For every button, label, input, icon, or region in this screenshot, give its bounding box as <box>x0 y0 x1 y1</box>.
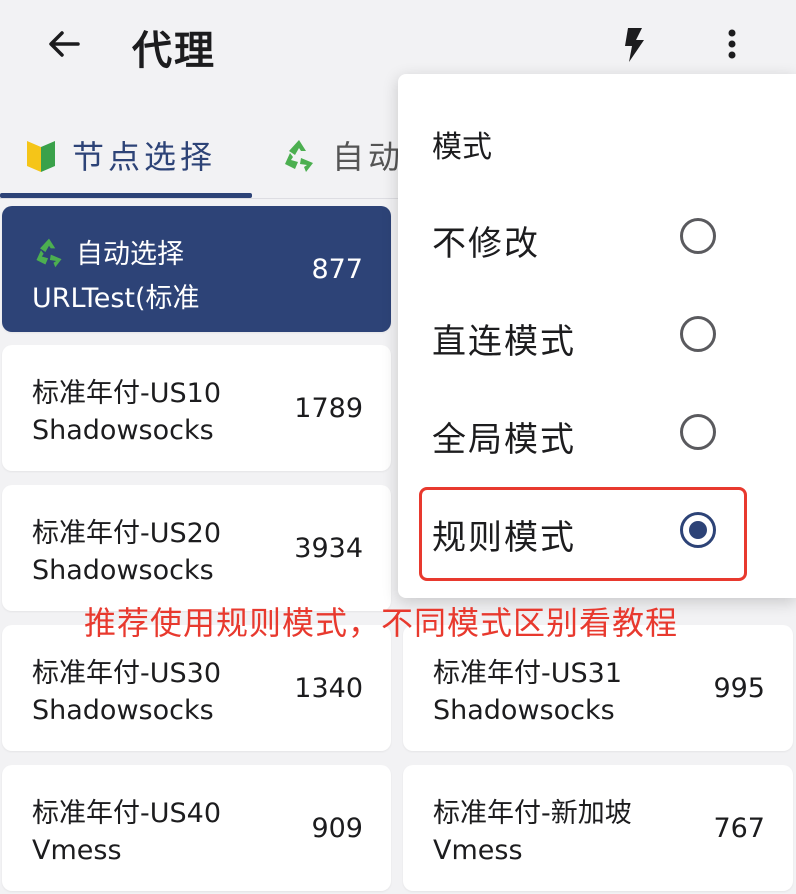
menu-item-label: 全局模式 <box>432 420 576 460</box>
tab-label: 自动 <box>332 138 405 176</box>
proxy-type: Shadowsocks <box>32 555 214 586</box>
proxy-name: 标准年付-US31 <box>433 658 622 689</box>
radio-button[interactable] <box>680 316 716 352</box>
proxy-latency: 877 <box>311 254 363 285</box>
proxy-latency: 1340 <box>294 673 363 704</box>
tab-auto[interactable]: 自动 <box>280 130 404 180</box>
menu-item-label: 不修改 <box>432 224 540 264</box>
tab-label: 节点选择 <box>72 138 217 176</box>
proxy-name-row: 自动选择 <box>32 232 184 271</box>
menu-header: 模式 <box>432 130 492 165</box>
proxy-latency: 767 <box>713 813 765 844</box>
proxy-card[interactable]: 标准年付-US20 Shadowsocks 3934 <box>2 485 391 611</box>
more-vert-icon[interactable] <box>716 24 748 64</box>
menu-item-direct[interactable]: 直连模式 <box>398 292 796 382</box>
proxy-card[interactable]: 标准年付-US40 Vmess 909 <box>2 765 391 891</box>
proxy-type: Vmess <box>433 835 523 866</box>
menu-item-label: 规则模式 <box>432 518 576 558</box>
proxy-card[interactable]: 标准年付-US10 Shadowsocks 1789 <box>2 345 391 471</box>
proxy-latency: 1789 <box>294 393 363 424</box>
beginner-shield-icon <box>27 141 55 172</box>
proxy-type: Vmess <box>32 835 122 866</box>
proxy-name: 标准年付-US40 <box>32 798 221 829</box>
page-title: 代理 <box>132 28 216 74</box>
proxy-card[interactable]: 标准年付-新加坡 Vmess 767 <box>403 765 793 891</box>
radio-button-selected[interactable] <box>680 512 716 548</box>
menu-item-no-change[interactable]: 不修改 <box>398 194 796 284</box>
tab-node-select[interactable]: 节点选择 <box>24 130 216 180</box>
proxy-type: Shadowsocks <box>32 695 214 726</box>
proxy-card-selected[interactable]: 自动选择 URLTest(标准 877 <box>2 206 391 332</box>
annotation-text: 推荐使用规则模式，不同模式区别看教程 <box>84 604 679 642</box>
lightning-icon[interactable] <box>618 24 650 64</box>
menu-item-label: 直连模式 <box>432 322 576 362</box>
proxy-latency: 995 <box>713 673 765 704</box>
proxy-name: 自动选择 <box>76 239 184 270</box>
proxy-latency: 909 <box>311 813 363 844</box>
radio-button[interactable] <box>680 218 716 254</box>
proxy-name: 标准年付-US20 <box>32 518 221 549</box>
proxy-name: 标准年付-US10 <box>32 378 221 409</box>
proxy-name: 标准年付-新加坡 <box>433 798 632 829</box>
recycle-icon <box>285 140 313 172</box>
menu-item-rule[interactable]: 规则模式 <box>398 488 796 578</box>
proxy-type: Shadowsocks <box>433 695 615 726</box>
arrow-left-icon[interactable] <box>44 24 84 64</box>
radio-button[interactable] <box>680 414 716 450</box>
proxy-name: 标准年付-US30 <box>32 658 221 689</box>
proxy-latency: 3934 <box>294 533 363 564</box>
menu-item-global[interactable]: 全局模式 <box>398 390 796 480</box>
recycle-icon <box>36 238 62 267</box>
mode-menu: 模式 不修改 直连模式 全局模式 规则模式 <box>398 74 796 598</box>
proxy-type: URLTest(标准 <box>32 283 200 314</box>
proxy-type: Shadowsocks <box>32 415 214 446</box>
